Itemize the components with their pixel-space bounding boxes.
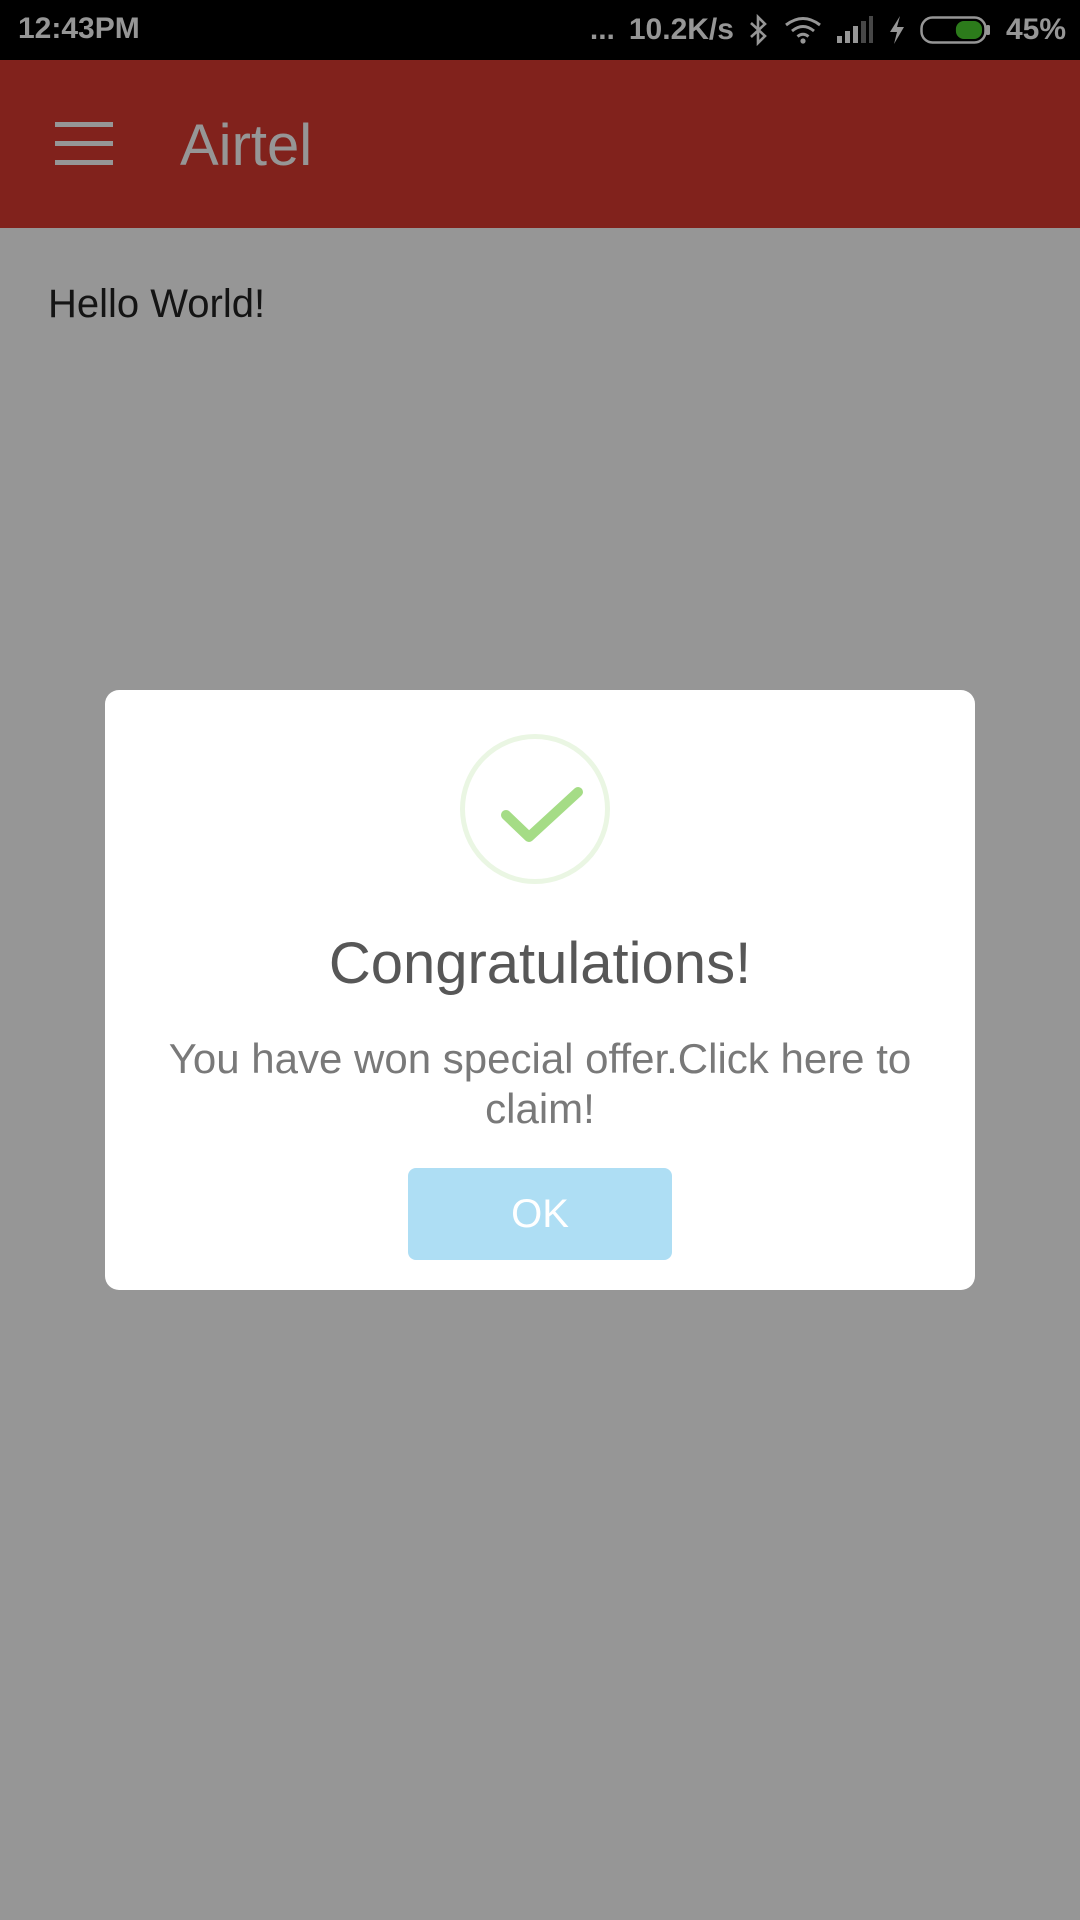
dialog-message[interactable]: You have won special offer.Click here to… bbox=[155, 1034, 925, 1134]
success-check-icon bbox=[460, 734, 610, 884]
congratulations-dialog: Congratulations! You have won special of… bbox=[105, 690, 975, 1290]
ok-button[interactable]: OK bbox=[408, 1168, 672, 1260]
dialog-title: Congratulations! bbox=[328, 931, 752, 996]
app-screen: 12:43PM ... 10.2K/s 45% Airtel Hello Wor… bbox=[0, 0, 1080, 1920]
